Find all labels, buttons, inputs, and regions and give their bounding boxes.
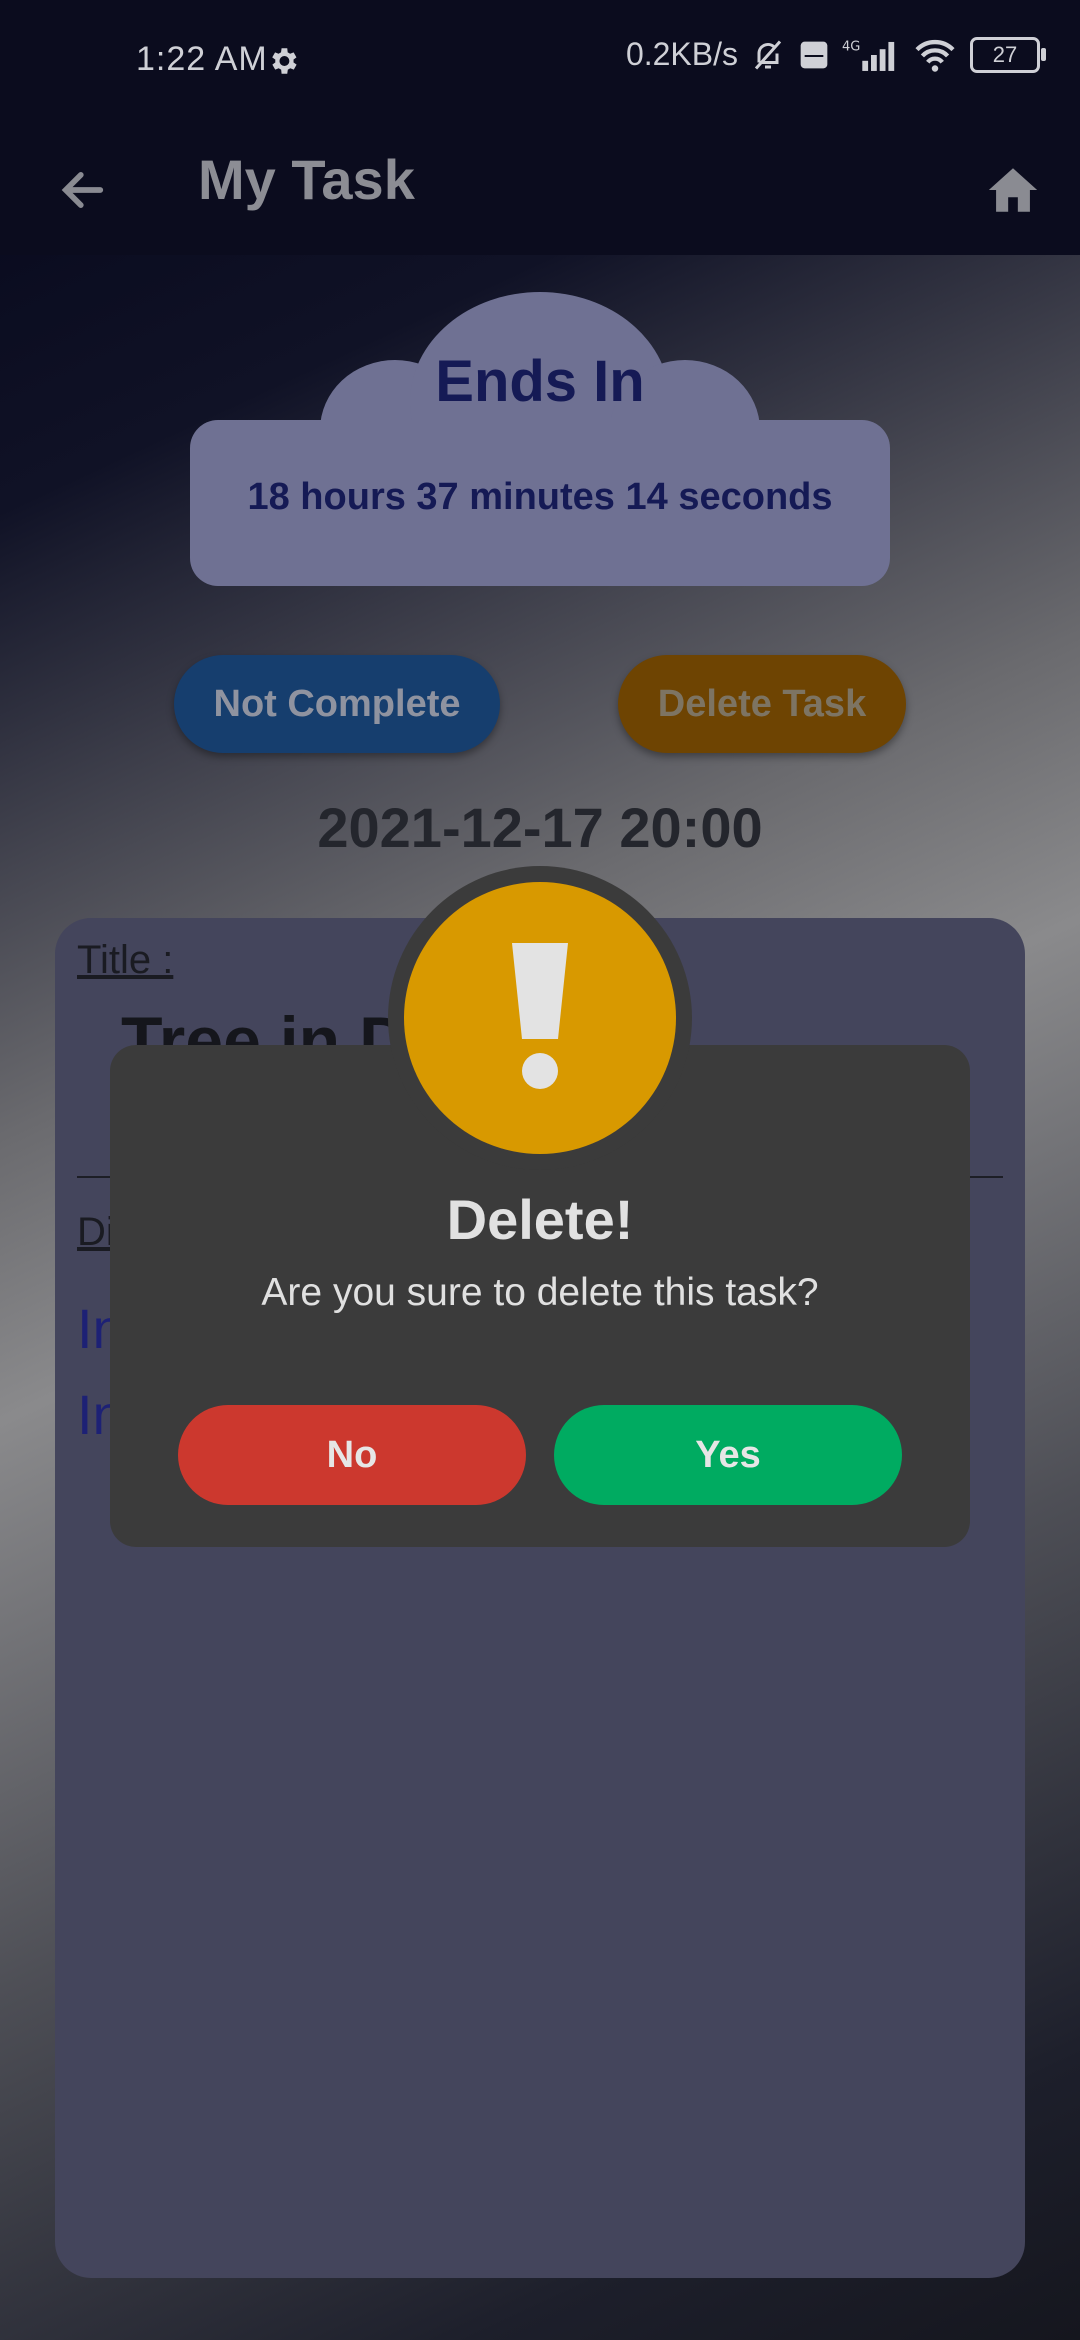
home-icon[interactable] xyxy=(976,153,1050,227)
battery-icon: 27 xyxy=(970,36,1046,73)
dialog-title: Delete! xyxy=(446,1188,634,1251)
status-bar: 1:22 AM 0.2KB/s 4G 27 xyxy=(0,0,1080,125)
volte-icon xyxy=(798,39,830,71)
status-time: 1:22 AM xyxy=(136,40,268,78)
title-label: Title : xyxy=(77,938,174,982)
settings-gear-icon xyxy=(266,44,300,78)
app-bar: My Task xyxy=(0,125,1080,255)
network-speed: 0.2KB/s xyxy=(625,36,738,72)
status-icons: 0.2KB/s 4G 27 xyxy=(625,36,1046,73)
page-title: My Task xyxy=(198,148,415,211)
exclamation-icon xyxy=(404,882,676,1154)
countdown-title: Ends In xyxy=(435,349,645,414)
muted-bell-icon xyxy=(750,37,786,73)
yes-button[interactable]: Yes xyxy=(554,1405,902,1505)
not-complete-button[interactable]: Not Complete xyxy=(174,655,500,753)
svg-text:4G: 4G xyxy=(842,39,860,54)
deadline-datetime: 2021-12-17 20:00 xyxy=(317,796,763,859)
signal-icon: 4G xyxy=(842,37,900,73)
countdown-value: 18 hours 37 minutes 14 seconds xyxy=(247,476,833,518)
delete-task-button[interactable]: Delete Task xyxy=(618,655,906,753)
wifi-icon xyxy=(912,37,958,73)
dialog-message: Are you sure to delete this task? xyxy=(261,1271,819,1314)
countdown-cloud: Ends In 18 hours 37 minutes 14 seconds xyxy=(190,290,890,590)
no-button[interactable]: No xyxy=(178,1405,526,1505)
back-arrow-icon[interactable] xyxy=(48,155,118,225)
